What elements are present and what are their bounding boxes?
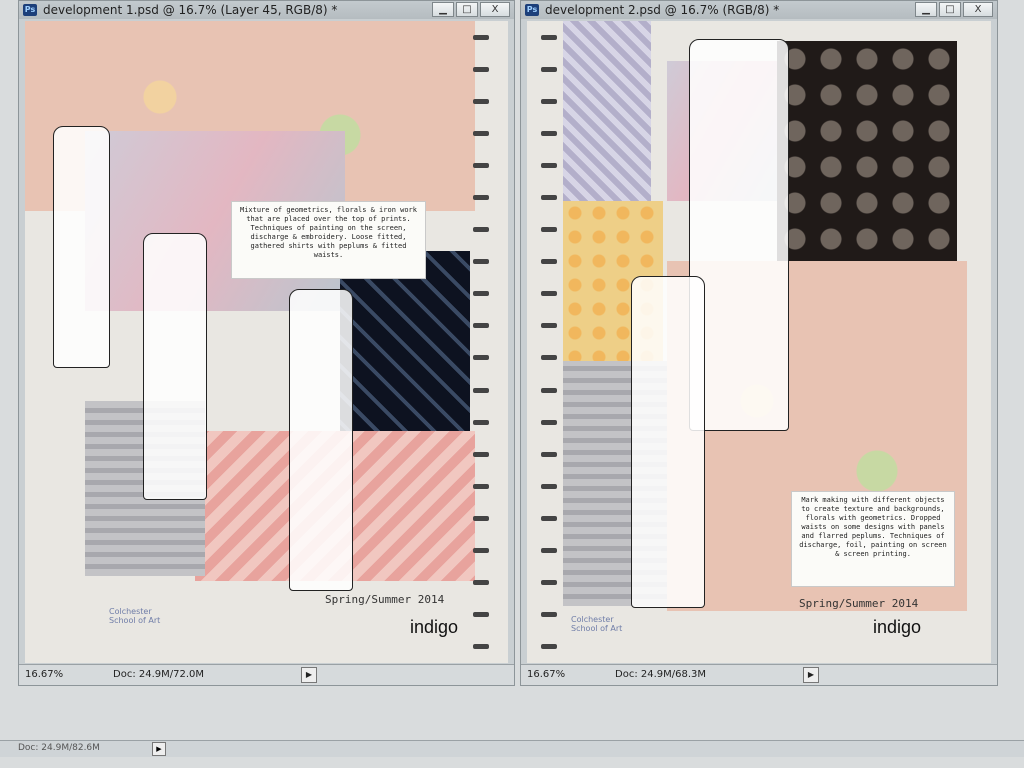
minimize-button[interactable]: ▁ [915,2,937,17]
figure-sketch-2 [631,276,705,608]
brand-logo: indigo [873,617,922,637]
season-label: Spring/Summer 2014 [799,597,919,610]
titlebar[interactable]: Ps development 2.psd @ 16.7% (RGB/8) * ▁… [521,1,997,19]
zoom-level[interactable]: 16.67% [25,669,63,680]
figure-sketch-1 [53,126,110,368]
triangle-right-icon[interactable]: ▶ [301,667,317,683]
spiral-binding [473,21,489,663]
school-logo: Colchester School of Art [571,615,623,633]
season-label: Spring/Summer 2014 [325,593,445,606]
triangle-right-icon[interactable]: ▶ [803,667,819,683]
document-canvas[interactable]: Mark making with different objects to cr… [527,21,991,663]
titlebar[interactable]: Ps development 1.psd @ 16.7% (Layer 45, … [19,1,514,19]
document-window-1[interactable]: Ps development 1.psd @ 16.7% (Layer 45, … [18,0,515,686]
maximize-button[interactable]: □ [939,2,961,17]
status-bar: 16.67% Doc: 24.9M/68.3M ▶ [521,664,997,685]
document-window-2[interactable]: Ps development 2.psd @ 16.7% (RGB/8) * ▁… [520,0,998,686]
close-button[interactable]: X [480,2,510,17]
document-size: Doc: 24.9M/72.0M [113,669,205,680]
photoshop-icon: Ps [23,4,37,16]
figure-sketch-3 [289,289,353,591]
status-bar: 16.67% Doc: 24.9M/72.0M ▶ [19,664,514,685]
school-logo: Colchester School of Art [109,607,161,625]
window-title: development 1.psd @ 16.7% (Layer 45, RGB… [43,3,338,17]
close-button[interactable]: X [963,2,993,17]
description-text: Mixture of geometrics, florals & iron wo… [231,201,426,279]
spiral-binding [541,21,557,663]
document-size: Doc: 24.9M/68.3M [615,669,707,680]
minimize-button[interactable]: ▁ [432,2,454,17]
brand-logo: indigo [410,617,459,637]
geometric-flower-print [563,21,651,201]
zoom-level[interactable]: 16.67% [527,669,565,680]
document-canvas[interactable]: Mixture of geometrics, florals & iron wo… [25,21,508,663]
photoshop-icon: Ps [525,4,539,16]
figure-sketch-2 [143,233,207,500]
background-document-size: Doc: 24.9M/82.6M [18,743,100,753]
dark-floral-print [777,41,957,291]
maximize-button[interactable]: □ [456,2,478,17]
description-text: Mark making with different objects to cr… [791,491,955,587]
window-title: development 2.psd @ 16.7% (RGB/8) * [545,3,780,17]
triangle-right-icon[interactable]: ▶ [152,742,166,756]
